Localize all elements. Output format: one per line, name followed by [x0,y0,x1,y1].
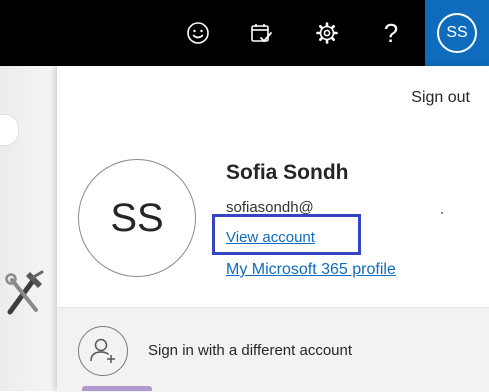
sign-in-different-account-button[interactable]: Sign in with a different account [57,307,489,392]
smiley-icon[interactable] [182,17,214,49]
microsoft-365-profile-link[interactable]: My Microsoft 365 profile [226,261,396,279]
avatar-initials: SS [446,24,468,41]
profile-avatar[interactable]: SS [78,159,196,277]
hammer-wrench-logo-icon [2,268,46,323]
highlight-annotation-box [212,214,361,255]
email-trailing-mark [441,212,443,214]
sign-out-button[interactable]: Sign out [411,89,470,107]
help-glyph: ? [383,17,399,48]
background-obscured-text [155,383,250,391]
avatar: SS [437,13,477,53]
help-icon[interactable]: ? [375,17,407,49]
calendar-check-icon[interactable] [245,17,277,49]
background-pane [0,66,57,391]
account-button[interactable]: SS [425,0,489,66]
gear-icon[interactable] [311,17,343,49]
account-panel: Sign out SS Sofia Sondh sofiasondh@ View… [57,66,489,392]
person-add-icon [78,326,128,376]
background-app-tile [82,386,152,391]
top-bar: ? SS [0,0,489,66]
sign-in-different-account-label: Sign in with a different account [148,342,353,359]
profile-avatar-initials: SS [110,195,164,240]
account-name: Sofia Sondh [226,161,349,184]
